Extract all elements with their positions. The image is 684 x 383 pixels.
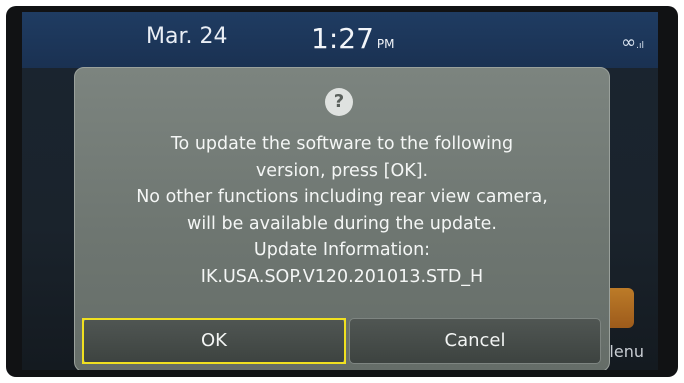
ok-highlight-box <box>82 318 346 364</box>
message-line: version, press [OK]. <box>255 160 429 181</box>
dialog-message: To update the software to the following … <box>75 131 609 290</box>
infinity-signal-icon: ∞.ıl <box>621 32 644 53</box>
question-icon: ? <box>325 88 353 116</box>
background-menu-label: lenu <box>609 342 644 361</box>
status-time: 1:27 PM <box>311 22 394 55</box>
status-ampm: PM <box>376 37 395 51</box>
message-line: To update the software to the following <box>170 134 514 154</box>
message-line: No other functions including rear view c… <box>136 187 548 207</box>
message-line: will be available during the update. <box>187 213 497 234</box>
cancel-button[interactable]: Cancel <box>349 318 601 364</box>
message-line-version: IK.USA.SOP.V120.201013.STD_H <box>200 266 484 287</box>
status-date: Mar. 24 <box>146 24 228 49</box>
message-line: Update Information: <box>253 240 431 260</box>
infotainment-screen: Mar. 24 1:27 PM ∞.ıl lenu ? To update the… <box>22 12 658 370</box>
status-time-value: 1:27 <box>311 22 374 55</box>
status-bar: Mar. 24 1:27 PM ∞.ıl <box>22 12 658 68</box>
